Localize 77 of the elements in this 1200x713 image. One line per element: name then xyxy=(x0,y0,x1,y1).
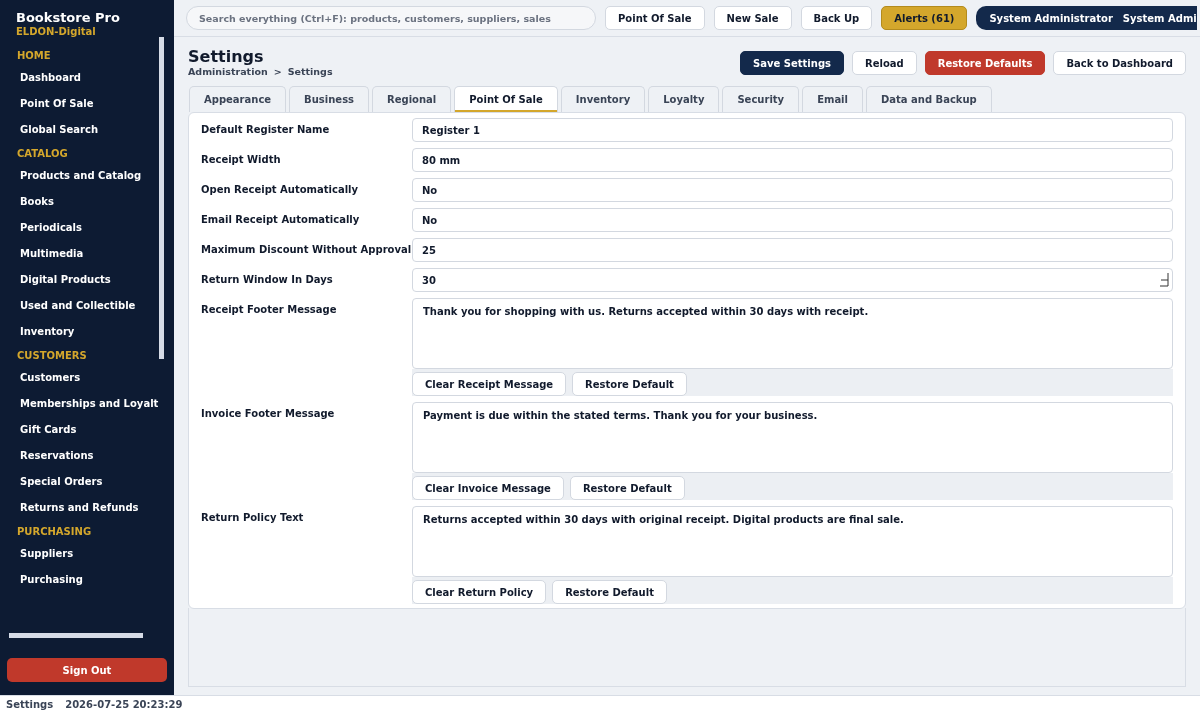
sidebar-item[interactable]: Multimedia xyxy=(0,241,84,267)
text-area[interactable]: Thank you for shopping with us. Returns accepted within 30 days with receipt. xyxy=(412,298,1173,369)
sidebar-item[interactable]: Dashboard xyxy=(0,65,81,91)
tab[interactable]: Email xyxy=(802,86,863,112)
sidebar-heading: HOME xyxy=(16,49,51,63)
sidebar-item[interactable]: Digital Products xyxy=(0,267,111,293)
sidebar-item[interactable]: Books xyxy=(0,189,54,215)
sidebar-item[interactable]: Point Of Sale xyxy=(0,91,94,117)
action-button[interactable]: Restore Defaults xyxy=(924,51,1046,75)
search-field[interactable]: Search everything (Ctrl+F): products, customers, suppliers, sales xyxy=(186,6,596,30)
sidebar-heading: CUSTOMERS xyxy=(16,349,87,363)
field-label: Invoice Footer Message xyxy=(201,407,336,419)
sidebar-item[interactable]: Inventory xyxy=(0,319,75,345)
scrollbar[interactable] xyxy=(159,37,164,359)
text-field[interactable]: Register 1 xyxy=(412,118,1173,142)
field-label: Default Register Name xyxy=(201,123,331,135)
field-button[interactable]: Clear Return Policy xyxy=(412,580,547,604)
field-label: Maximum Discount Without Approval xyxy=(201,243,412,255)
toolbar-button[interactable]: Back Up xyxy=(800,6,873,30)
text-field[interactable]: No xyxy=(412,208,1173,232)
sign-out-button[interactable]: Sign Out xyxy=(7,658,167,682)
field-label: Open Receipt Automatically xyxy=(201,183,360,195)
field-label: Receipt Footer Message xyxy=(201,303,338,315)
spinner-icon[interactable] xyxy=(1160,273,1169,287)
field-label: Email Receipt Automatically xyxy=(201,213,361,225)
number-field[interactable]: 30 xyxy=(412,268,1173,292)
field-button[interactable]: Restore Default xyxy=(572,372,687,396)
breadcrumb-item: Administration xyxy=(188,66,268,77)
tab[interactable]: Inventory xyxy=(560,86,646,112)
status-page: Settings xyxy=(6,699,54,710)
tab[interactable]: Business xyxy=(289,86,370,112)
text-field[interactable]: No xyxy=(412,178,1173,202)
page-title: Settings xyxy=(188,47,264,66)
toolbar-button[interactable]: New Sale xyxy=(713,6,792,30)
sidebar-item[interactable]: Returns and Refunds xyxy=(0,495,139,521)
tab[interactable]: Loyalty xyxy=(648,86,720,112)
sidebar-item[interactable]: Purchasing xyxy=(0,567,83,593)
field-label: Receipt Width xyxy=(201,153,282,165)
tab[interactable]: Regional xyxy=(372,86,452,112)
toolbar-button[interactable]: Point Of Sale xyxy=(605,6,705,30)
sidebar-item[interactable]: Memberships and Loyalt xyxy=(0,391,159,417)
app-subtitle: ELDON-Digital xyxy=(16,26,96,37)
field-label: Return Window In Days xyxy=(201,273,334,285)
tab[interactable]: Point Of Sale xyxy=(454,86,558,112)
sidebar-item[interactable]: Periodicals xyxy=(0,215,82,241)
sidebar-item[interactable]: Used and Collectible xyxy=(0,293,136,319)
sidebar-item[interactable]: Customers xyxy=(0,365,81,391)
sidebar-item[interactable]: Global Search xyxy=(0,117,99,143)
text-area[interactable]: Returns accepted within 30 days with original receipt. Digital products are final sale. xyxy=(412,506,1173,577)
action-button[interactable]: Back to Dashboard xyxy=(1053,51,1186,75)
field-label: Return Policy Text xyxy=(201,511,305,523)
sidebar-item[interactable]: Reservations xyxy=(0,443,94,469)
breadcrumb-item: > xyxy=(273,66,282,77)
tab[interactable]: Data and Backup xyxy=(866,86,992,112)
tab[interactable]: Security xyxy=(722,86,800,112)
user-menu-button[interactable]: System Administrator System Admi xyxy=(976,6,1197,30)
sidebar-item[interactable]: Suppliers xyxy=(0,541,74,567)
text-area[interactable]: Payment is due within the stated terms. Thank you for your business. xyxy=(412,402,1173,473)
field-button[interactable]: Restore Default xyxy=(569,476,685,500)
field-button[interactable]: Restore Default xyxy=(552,580,667,604)
sidebar-item[interactable]: Gift Cards xyxy=(0,417,77,443)
app-title: Bookstore Pro xyxy=(16,10,121,25)
action-button[interactable]: Save Settings xyxy=(740,51,844,75)
breadcrumb-item: Settings xyxy=(287,66,333,77)
text-field[interactable]: 25 xyxy=(412,238,1173,262)
text-field[interactable]: 80 mm xyxy=(412,148,1173,172)
toolbar-button[interactable]: Alerts (61) xyxy=(881,6,968,30)
sidebar-heading: CATALOG xyxy=(16,147,68,161)
tab[interactable]: Appearance xyxy=(189,86,287,112)
sidebar-heading: PURCHASING xyxy=(16,525,92,539)
sidebar-item[interactable]: Special Orders xyxy=(0,469,103,495)
field-button[interactable]: Clear Invoice Message xyxy=(412,476,564,500)
field-button[interactable]: Clear Receipt Message xyxy=(412,372,567,396)
action-button[interactable]: Reload xyxy=(852,51,917,75)
scrollbar[interactable] xyxy=(9,633,143,638)
sidebar-item[interactable]: Products and Catalog xyxy=(0,163,142,189)
status-time: 2026-07-25 20:23:29 xyxy=(65,699,183,710)
